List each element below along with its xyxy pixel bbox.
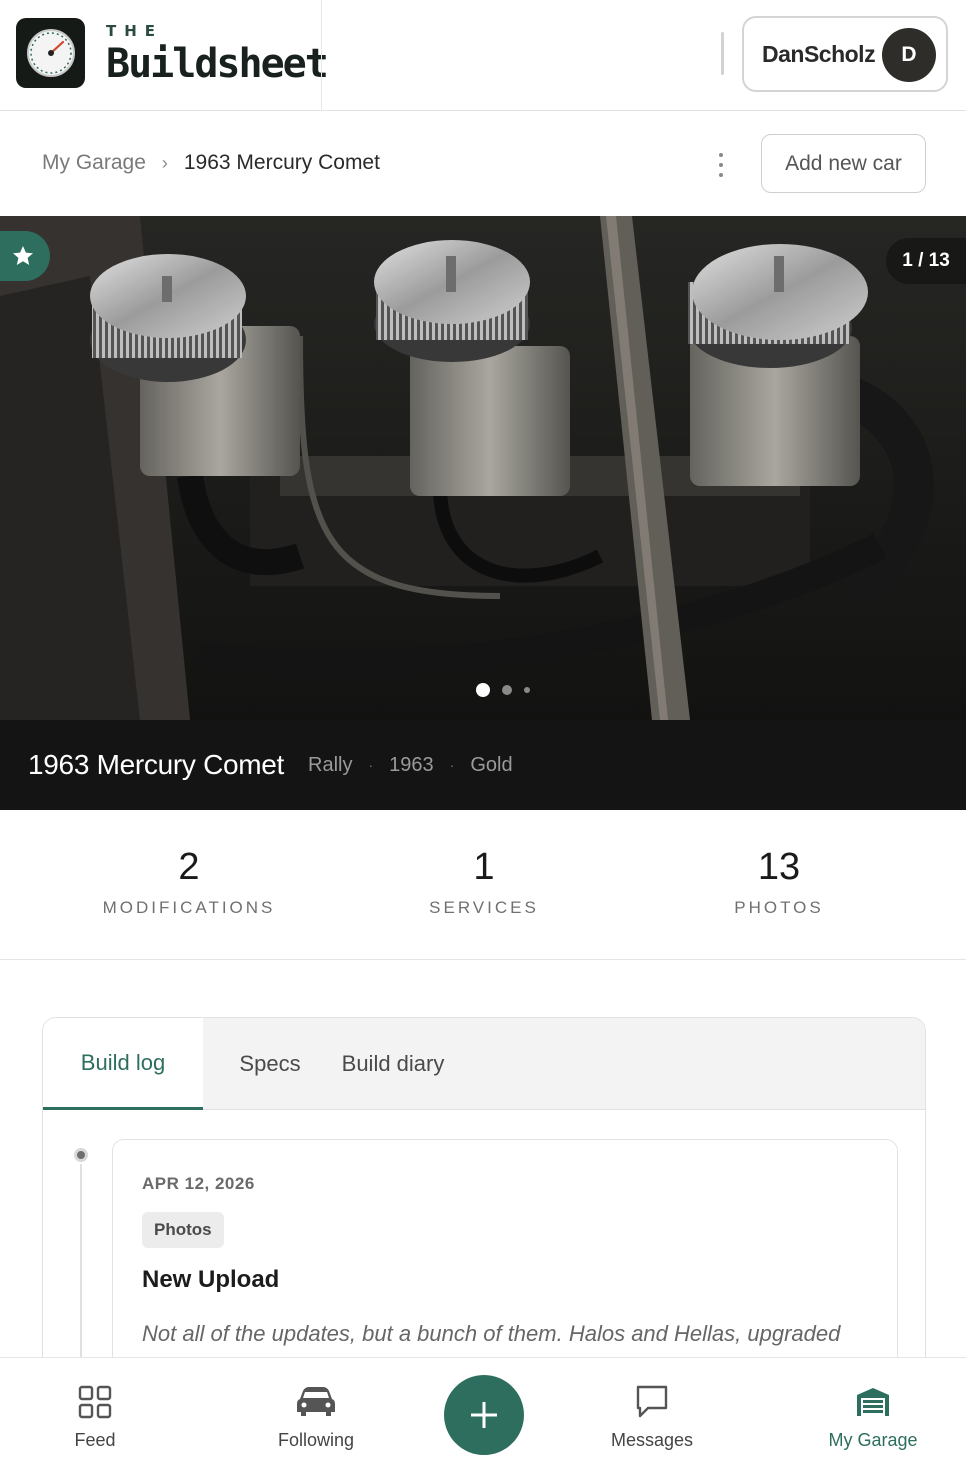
app-header: THE Buildsheet DanScholz D bbox=[0, 0, 966, 111]
carousel-dot[interactable] bbox=[502, 685, 512, 695]
vertical-separator bbox=[721, 32, 724, 75]
user-name: DanScholz bbox=[762, 40, 876, 67]
brand[interactable]: THE Buildsheet bbox=[106, 22, 329, 87]
car-color: Gold bbox=[470, 753, 513, 776]
brand-prefix: THE bbox=[106, 22, 164, 40]
tab-build-log[interactable]: Build log bbox=[43, 1018, 203, 1110]
car-meta: Rally · 1963 · Gold bbox=[308, 754, 513, 777]
nav-label: Messages bbox=[610, 1430, 694, 1450]
user-menu-button[interactable]: DanScholz D bbox=[742, 16, 948, 92]
star-icon[interactable] bbox=[0, 231, 50, 281]
plus-icon bbox=[471, 1402, 497, 1428]
breadcrumb: My Garage › 1963 Mercury Comet bbox=[42, 151, 380, 175]
car-title: 1963 Mercury Comet bbox=[28, 749, 285, 780]
kebab-menu-icon[interactable] bbox=[710, 150, 732, 180]
car-title-bar: 1963 Mercury Comet Rally · 1963 · Gold bbox=[0, 720, 966, 810]
nav-label: My Garage bbox=[828, 1430, 918, 1450]
nav-following[interactable]: Following bbox=[266, 1358, 366, 1462]
nav-label: Feed bbox=[74, 1430, 116, 1450]
meta-separator: · bbox=[368, 757, 374, 773]
breadcrumb-my-garage-link[interactable]: My Garage bbox=[42, 151, 146, 175]
car-trim: Rally bbox=[308, 753, 353, 776]
car-photo[interactable] bbox=[0, 216, 966, 720]
add-post-button[interactable] bbox=[444, 1375, 524, 1455]
entry-title: New Upload bbox=[142, 1266, 280, 1293]
breadcrumb-separator-icon: › bbox=[161, 152, 168, 173]
stat-label: MODIFICATIONS bbox=[102, 898, 276, 917]
breadcrumb-current: 1963 Mercury Comet bbox=[183, 151, 380, 174]
tab-specs[interactable]: Specs bbox=[203, 1018, 337, 1110]
car-year: 1963 bbox=[389, 753, 434, 776]
speedometer-logo-icon[interactable] bbox=[16, 18, 85, 88]
timeline-dot bbox=[74, 1148, 88, 1162]
carousel-dots bbox=[476, 683, 530, 697]
nav-messages[interactable]: Messages bbox=[602, 1358, 702, 1462]
stat-value: 13 bbox=[757, 846, 801, 888]
garage-icon bbox=[855, 1382, 891, 1422]
carousel-dot[interactable] bbox=[524, 687, 530, 693]
meta-separator: · bbox=[449, 757, 455, 773]
header-divider bbox=[321, 0, 322, 111]
stat-label: SERVICES bbox=[429, 898, 539, 917]
stat-photos[interactable]: 13 PHOTOS bbox=[629, 844, 929, 918]
add-new-car-button[interactable]: Add new car bbox=[761, 134, 926, 193]
chat-bubble-icon bbox=[634, 1382, 670, 1422]
stat-services[interactable]: 1 SERVICES bbox=[334, 844, 634, 918]
car-icon bbox=[295, 1382, 337, 1422]
photo-counter: 1 / 13 bbox=[886, 238, 966, 284]
nav-my-garage[interactable]: My Garage bbox=[823, 1358, 923, 1462]
stat-value: 1 bbox=[473, 846, 495, 888]
brand-name: Buildsheet bbox=[106, 41, 329, 87]
entry-tag-badge: Photos bbox=[142, 1212, 224, 1248]
grid-icon bbox=[78, 1382, 112, 1422]
nav-feed[interactable]: Feed bbox=[55, 1358, 135, 1462]
stat-value: 2 bbox=[178, 846, 200, 888]
entry-date: APR 12, 2026 bbox=[142, 1174, 255, 1193]
car-stats: 2 MODIFICATIONS 1 SERVICES 13 PHOTOS bbox=[0, 810, 966, 960]
stat-label: PHOTOS bbox=[734, 898, 824, 917]
stat-modifications[interactable]: 2 MODIFICATIONS bbox=[39, 844, 339, 918]
nav-label: Following bbox=[277, 1430, 355, 1450]
tab-bar: Build log Specs Build diary bbox=[43, 1018, 925, 1110]
carousel-dot-active[interactable] bbox=[476, 683, 490, 697]
tab-build-diary[interactable]: Build diary bbox=[337, 1018, 449, 1110]
avatar: D bbox=[882, 28, 936, 82]
